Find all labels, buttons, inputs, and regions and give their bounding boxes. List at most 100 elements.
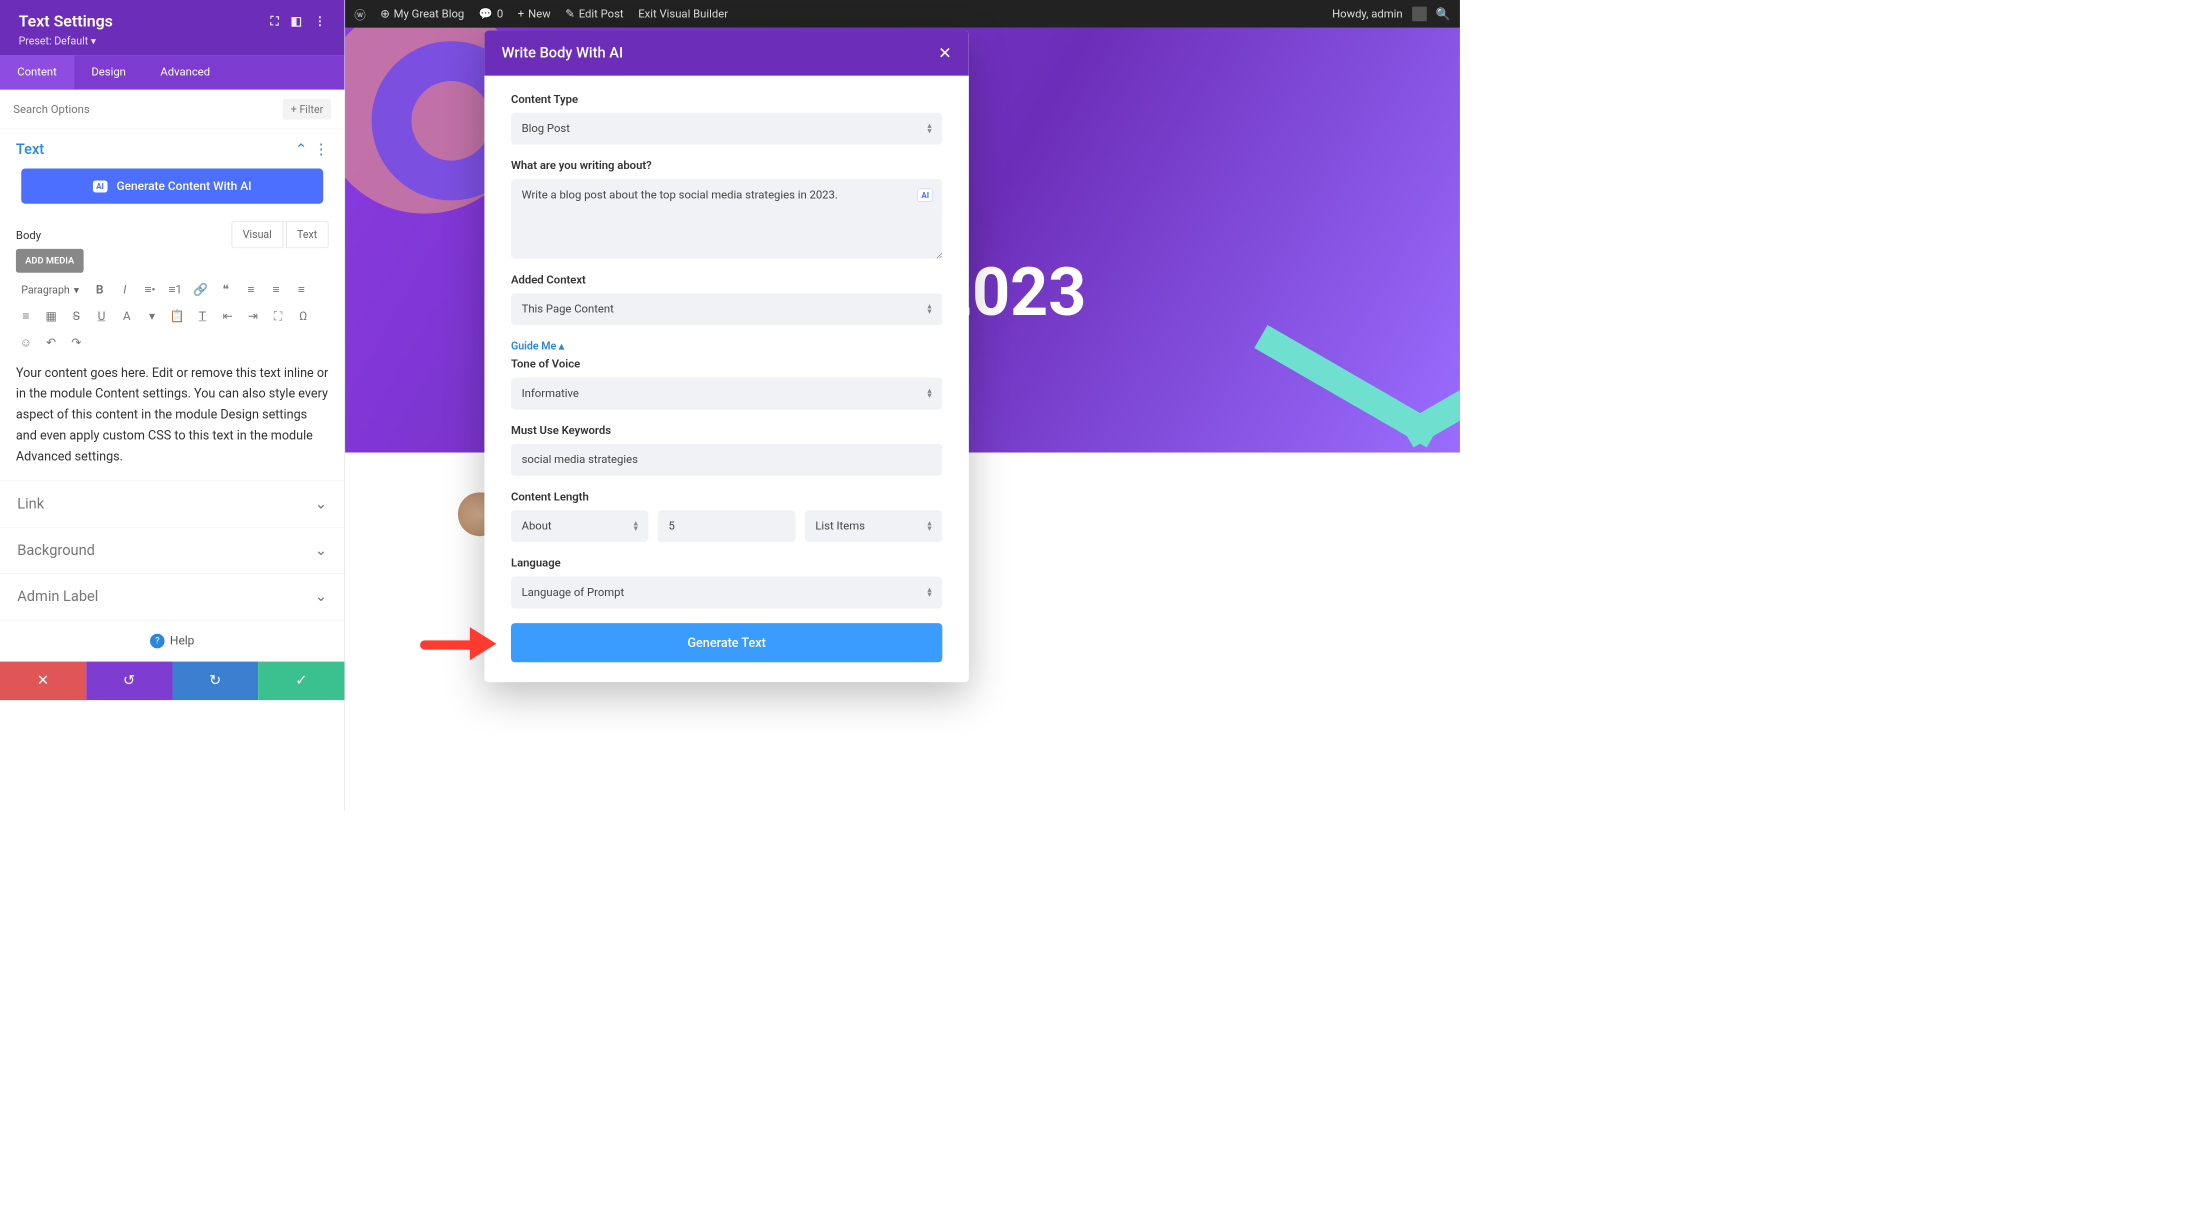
- chevron-up-icon[interactable]: ⌃: [295, 141, 307, 158]
- updown-icon: ▴▾: [634, 521, 638, 531]
- sidebar-title: Text Settings: [19, 12, 113, 31]
- sidebar-tabs: Content Design Advanced: [0, 55, 344, 90]
- howdy-text[interactable]: Howdy, admin: [1332, 7, 1402, 20]
- quote-icon[interactable]: ❝: [216, 279, 236, 299]
- context-label: Added Context: [511, 273, 942, 286]
- tab-design[interactable]: Design: [74, 55, 143, 90]
- generate-text-button[interactable]: Generate Text: [511, 623, 942, 662]
- more-toolbar-icon[interactable]: ▾: [142, 306, 162, 326]
- link-icon[interactable]: 🔗: [191, 279, 211, 299]
- filter-button[interactable]: + Filter: [283, 99, 331, 120]
- more-vertical-icon[interactable]: ⋮: [314, 14, 326, 28]
- redo-button[interactable]: ↻: [172, 662, 258, 700]
- editor-textarea[interactable]: Your content goes here. Edit or remove t…: [16, 363, 329, 467]
- editor-toolbar: Paragraph ▾ B I ≡• ≡1 🔗 ❝ ≡ ≡ ≡ ≡ ▦ S U …: [0, 273, 344, 357]
- align-justify-icon[interactable]: ≡: [16, 306, 36, 326]
- text-color-icon[interactable]: A: [117, 306, 137, 326]
- wp-logo-icon[interactable]: ⓦ: [354, 6, 365, 23]
- tab-content[interactable]: Content: [0, 55, 74, 90]
- main-canvas: ⓦ ⊕ My Great Blog 💬 0 + New ✎ Edit Post …: [345, 0, 1460, 811]
- length-unit-select[interactable]: List Items▴▾: [805, 510, 943, 542]
- generate-ai-button[interactable]: AI Generate Content With AI: [21, 169, 323, 204]
- keywords-input[interactable]: social media strategies: [511, 444, 942, 476]
- strikethrough-icon[interactable]: S: [66, 306, 86, 326]
- modal-title: Write Body With AI: [502, 45, 623, 62]
- wp-admin-bar: ⓦ ⊕ My Great Blog 💬 0 + New ✎ Edit Post …: [345, 0, 1460, 28]
- accordion-admin-label[interactable]: Admin Label⌄: [0, 574, 344, 620]
- fullscreen-icon[interactable]: ⛶: [268, 306, 288, 326]
- content-type-select[interactable]: Blog Post▴▾: [511, 113, 942, 145]
- accordion-link[interactable]: Link⌄: [0, 481, 344, 527]
- paste-icon[interactable]: 📋: [167, 306, 187, 326]
- close-icon[interactable]: ✕: [938, 44, 951, 63]
- exit-builder-link[interactable]: Exit Visual Builder: [638, 7, 728, 20]
- settings-sidebar: Text Settings ⛶ ◧ ⋮ Preset: Default ▾ Co…: [0, 0, 345, 811]
- editor-tab-text[interactable]: Text: [286, 221, 329, 248]
- editor-tab-visual[interactable]: Visual: [231, 221, 283, 248]
- comments-link[interactable]: 💬 0: [479, 7, 503, 20]
- chevron-down-icon: ⌄: [315, 496, 327, 513]
- search-icon[interactable]: 🔍: [1436, 7, 1451, 21]
- updown-icon: ▴▾: [927, 587, 931, 597]
- bullet-list-icon[interactable]: ≡•: [140, 279, 160, 299]
- keywords-label: Must Use Keywords: [511, 424, 942, 437]
- about-label: What are you writing about?: [511, 159, 942, 172]
- tab-advanced[interactable]: Advanced: [143, 55, 227, 90]
- align-right-icon[interactable]: ≡: [291, 279, 311, 299]
- add-media-button[interactable]: ADD MEDIA: [16, 249, 84, 273]
- align-center-icon[interactable]: ≡: [266, 279, 286, 299]
- undo-icon[interactable]: ↶: [41, 332, 61, 352]
- align-left-icon[interactable]: ≡: [241, 279, 261, 299]
- language-select[interactable]: Language of Prompt▴▾: [511, 577, 942, 609]
- save-button[interactable]: ✓: [258, 662, 344, 700]
- more-vertical-icon[interactable]: ⋮: [314, 141, 329, 158]
- cancel-button[interactable]: ✕: [0, 662, 86, 700]
- undo-button[interactable]: ↺: [86, 662, 172, 700]
- content-type-label: Content Type: [511, 93, 942, 106]
- length-number-input[interactable]: 5: [658, 510, 796, 542]
- paragraph-select[interactable]: Paragraph ▾: [16, 280, 84, 298]
- updown-icon: ▴▾: [927, 388, 931, 398]
- updown-icon: ▴▾: [927, 304, 931, 314]
- outdent-icon[interactable]: ⇤: [218, 306, 238, 326]
- chevron-down-icon: ⌄: [315, 589, 327, 606]
- help-icon: ?: [150, 634, 165, 649]
- help-link[interactable]: ?Help: [0, 620, 344, 661]
- ai-modal: Write Body With AI ✕ Content Type Blog P…: [484, 31, 968, 683]
- tone-select[interactable]: Informative▴▾: [511, 378, 942, 410]
- tone-label: Tone of Voice: [511, 358, 942, 371]
- clear-format-icon[interactable]: T: [192, 306, 212, 326]
- updown-icon: ▴▾: [927, 124, 931, 134]
- chevron-down-icon: ⌄: [315, 542, 327, 559]
- preset-dropdown[interactable]: Preset: Default ▾: [19, 35, 326, 48]
- edit-post-link[interactable]: ✎ Edit Post: [565, 7, 623, 20]
- accordion-background[interactable]: Background⌄: [0, 528, 344, 574]
- panel-layout-icon[interactable]: ◧: [291, 14, 302, 28]
- annotation-arrow: [420, 627, 496, 660]
- length-about-select[interactable]: About▴▾: [511, 510, 649, 542]
- about-textarea[interactable]: Write a blog post about the top social m…: [511, 179, 942, 259]
- search-input[interactable]: [13, 103, 276, 116]
- redo-icon[interactable]: ↷: [66, 332, 86, 352]
- table-icon[interactable]: ▦: [41, 306, 61, 326]
- site-name[interactable]: ⊕ My Great Blog: [380, 7, 464, 20]
- avatar-icon[interactable]: [1412, 7, 1427, 22]
- bold-icon[interactable]: B: [90, 279, 110, 299]
- emoji-icon[interactable]: ☺: [16, 332, 36, 352]
- number-list-icon[interactable]: ≡1: [165, 279, 185, 299]
- indent-icon[interactable]: ⇥: [243, 306, 263, 326]
- special-char-icon[interactable]: Ω: [293, 306, 313, 326]
- guide-me-toggle[interactable]: Guide Me ▴: [511, 340, 942, 353]
- updown-icon: ▴▾: [927, 521, 931, 531]
- ai-badge-icon[interactable]: AI: [917, 188, 933, 201]
- underline-icon[interactable]: U: [92, 306, 112, 326]
- italic-icon[interactable]: I: [115, 279, 135, 299]
- sidebar-header: Text Settings ⛶ ◧ ⋮ Preset: Default ▾: [0, 0, 344, 55]
- context-select[interactable]: This Page Content▴▾: [511, 293, 942, 325]
- new-link[interactable]: + New: [518, 7, 551, 20]
- length-label: Content Length: [511, 490, 942, 503]
- ai-badge-icon: AI: [93, 180, 107, 192]
- expand-icon[interactable]: ⛶: [270, 14, 278, 28]
- language-label: Language: [511, 557, 942, 570]
- section-text[interactable]: Text ⌃⋮: [16, 141, 329, 158]
